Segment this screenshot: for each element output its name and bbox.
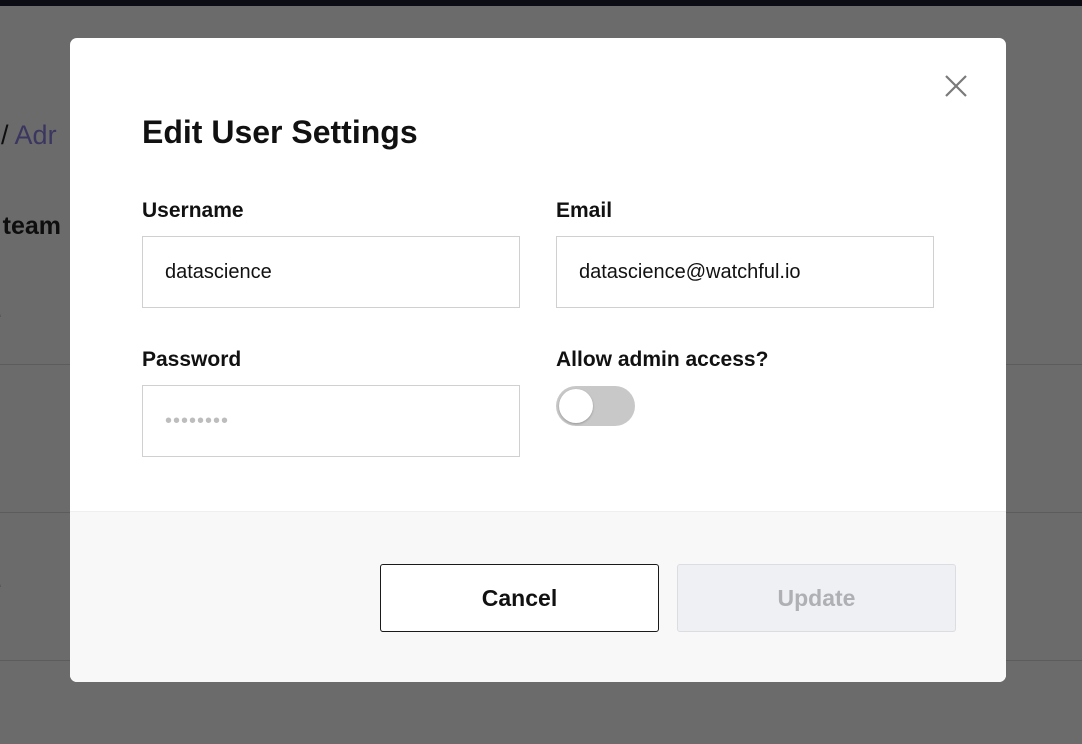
username-input[interactable] [142,236,520,308]
password-label: Password [142,348,242,371]
close-icon [945,75,967,97]
breadcrumb-link[interactable]: Adr [15,120,57,150]
toggle-knob [559,389,593,423]
admin-access-toggle[interactable] [556,386,635,426]
update-button[interactable]: Update [677,564,956,632]
password-input[interactable] [142,385,520,457]
row-text: e [0,572,1,600]
row-text: e [0,302,1,330]
dialog-footer: Cancel Update [70,511,1006,682]
email-label: Email [556,199,613,222]
breadcrumb: b/ Adr [0,120,57,151]
dialog-title: Edit User Settings [142,114,418,150]
edit-user-dialog: Edit User Settings Username Email Passwo… [70,38,1006,682]
username-label: Username [142,199,244,222]
admin-access-label: Allow admin access? [556,348,769,371]
cancel-button[interactable]: Cancel [380,564,659,632]
close-button[interactable] [942,72,970,100]
email-input[interactable] [556,236,934,308]
breadcrumb-prefix: b/ [0,120,9,150]
team-heading: r team [0,212,62,240]
